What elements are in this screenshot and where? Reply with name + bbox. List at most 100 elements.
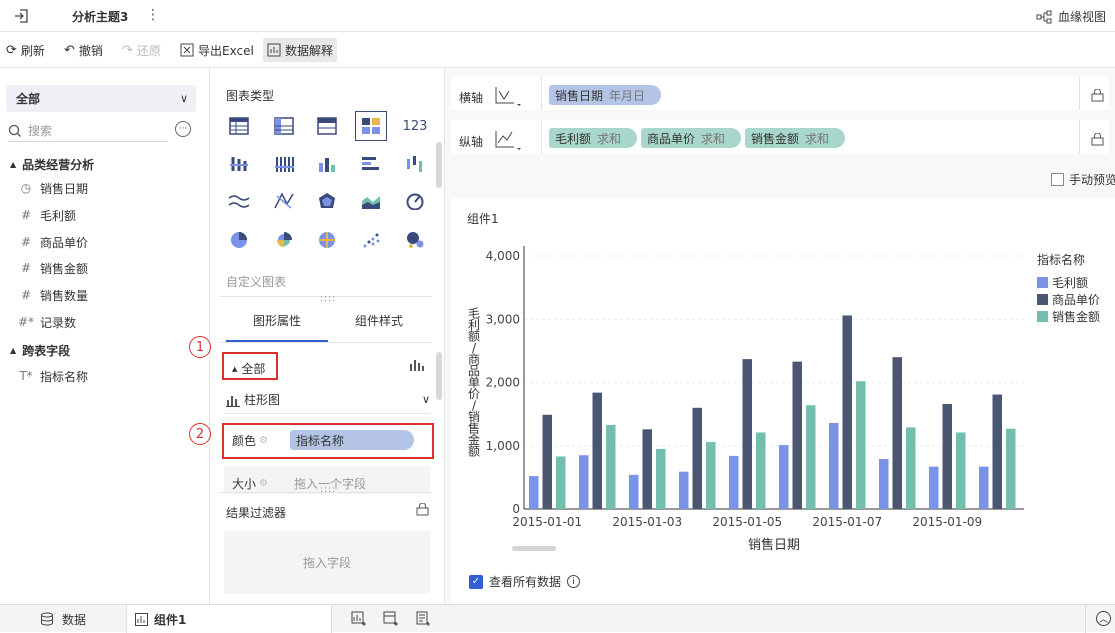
resize-handle[interactable]: :::: — [320, 294, 336, 304]
redo-button[interactable]: ↷ 还原 — [122, 32, 161, 68]
y-tick-label: 4,000 — [486, 249, 520, 263]
database-icon — [40, 612, 53, 626]
bar-0 — [579, 455, 589, 509]
horizontal-bar-icon[interactable] — [355, 149, 387, 179]
topic-title[interactable]: 分析主题3 — [72, 8, 128, 25]
range-bar-icon[interactable] — [399, 149, 431, 179]
y-field-pill[interactable]: 销售金额 求和 — [745, 128, 845, 148]
search-icon — [8, 124, 21, 137]
more-icon[interactable]: ⋮ — [146, 7, 160, 23]
add-table-icon[interactable] — [383, 611, 399, 630]
radar-line-icon[interactable] — [268, 186, 300, 216]
radar-chart-icon[interactable] — [311, 186, 343, 216]
undo-label: 撤销 — [78, 43, 103, 58]
scatter-chart-icon[interactable] — [355, 225, 387, 255]
view-all-data-checkbox[interactable]: ✓ 查看所有数据 i — [469, 573, 581, 590]
tab-data[interactable]: 数据 — [0, 605, 126, 633]
kpi-number-icon[interactable]: 123 — [399, 111, 431, 141]
chart-scrollbar[interactable] — [512, 546, 556, 551]
lock-icon[interactable] — [416, 502, 429, 519]
rose-chart-icon[interactable] — [268, 225, 300, 255]
group-cross-table[interactable]: ▲ 跨表字段 — [10, 342, 70, 359]
divider — [1085, 605, 1086, 633]
scope-all-toggle[interactable]: ▲ 全部 — [232, 360, 265, 377]
properties-scrollbar[interactable] — [436, 352, 442, 400]
y-tick-label: 2,000 — [486, 376, 520, 390]
bubble-chart-icon[interactable] — [399, 225, 431, 255]
column-chart-icon[interactable] — [311, 149, 343, 179]
bar-2 — [606, 424, 616, 509]
group-category[interactable]: ▲ 品类经营分析 — [10, 156, 94, 173]
x-field-pill[interactable]: 销售日期 年月日 — [549, 85, 661, 105]
group-cross-table-label: 跨表字段 — [22, 344, 71, 358]
bar-1 — [792, 361, 802, 509]
color-field-pill[interactable]: 指标名称 — [290, 430, 414, 450]
refresh-button[interactable]: ⟳ 刷新 — [6, 32, 45, 68]
tab-shape-label: 图形属性 — [252, 314, 301, 328]
x-tick-label: 2015-01-09 — [912, 515, 982, 529]
bar-1 — [992, 394, 1002, 509]
x-axis-type-icon[interactable] — [493, 84, 521, 111]
table-chart-icon[interactable] — [223, 111, 255, 141]
field-item[interactable]: # 销售金额 — [18, 258, 88, 278]
scope-select[interactable]: 全部 ∨ — [6, 85, 196, 112]
line-chart-icon[interactable] — [223, 186, 255, 216]
bar-0 — [729, 455, 739, 509]
toolbar: ⟳ 刷新 ↶ 撤销 ↷ 还原 导出Excel 数据解释 — [0, 32, 1115, 68]
chart-kind-select[interactable]: 柱形图 ∨ — [226, 391, 430, 408]
view-all-label: 查看所有数据 — [489, 575, 562, 589]
chart-type-scrollbar[interactable] — [436, 142, 442, 188]
add-widget-icon[interactable] — [351, 611, 367, 630]
map-chart-icon[interactable] — [311, 225, 343, 255]
field-item[interactable]: ◷ 销售日期 — [18, 178, 88, 198]
field-item[interactable]: # 商品单价 — [18, 232, 88, 252]
resize-handle[interactable]: :::: — [320, 485, 336, 495]
crosstab-chart-icon[interactable] — [268, 111, 300, 141]
info-icon[interactable]: i — [567, 575, 581, 588]
y-tick-label: 1,000 — [486, 439, 520, 453]
y-field-pill[interactable]: 毛利额 求和 — [549, 128, 637, 148]
x-axis-label: 横轴 — [459, 91, 484, 105]
field-label: 销售金额 — [40, 261, 89, 276]
collapse-up-icon[interactable]: ︿ — [1096, 611, 1111, 626]
manual-preview-checkbox[interactable]: 手动预览 — [1051, 171, 1115, 188]
export-excel-button[interactable]: 导出Excel — [180, 32, 254, 68]
y-field-agg: 求和 — [597, 131, 622, 146]
y-axis-type-icon[interactable] — [493, 128, 521, 155]
tab-widget-1[interactable]: 组件1 — [126, 605, 332, 633]
x-field-agg: 年月日 — [609, 88, 646, 103]
x-axis-title: 销售日期 — [748, 537, 800, 553]
y-lock-icon[interactable] — [1091, 132, 1104, 149]
auto-chart-icon[interactable] — [355, 111, 387, 141]
group-category-label: 品类经营分析 — [22, 158, 95, 172]
add-report-icon[interactable] — [415, 611, 431, 630]
tab-component-style[interactable]: 组件样式 — [328, 312, 430, 342]
gauge-chart-icon[interactable] — [399, 186, 431, 216]
exit-icon[interactable] — [12, 6, 32, 26]
field-item[interactable]: T* 指标名称 — [18, 366, 88, 386]
bar-settings-icon[interactable] — [409, 358, 425, 375]
hash-star-icon: #* — [18, 315, 35, 329]
search-box[interactable]: 搜索 — [8, 120, 168, 142]
y-field-pill[interactable]: 商品单价 求和 — [641, 128, 741, 148]
widget-title: 组件1 — [467, 212, 499, 226]
filter-drop-zone[interactable]: 拖入字段 — [224, 531, 430, 594]
tab-shape-properties[interactable]: 图形属性 — [226, 312, 328, 342]
data-explain-button[interactable]: 数据解释 — [263, 38, 338, 62]
grouped-bar-icon[interactable] — [223, 149, 255, 179]
pie-chart-icon[interactable] — [223, 225, 255, 255]
field-item[interactable]: #* 记录数 — [18, 312, 76, 332]
undo-button[interactable]: ↶ 撤销 — [64, 32, 103, 68]
field-item[interactable]: # 销售数量 — [18, 285, 88, 305]
lineage-view-button[interactable]: 血缘视图 — [1036, 8, 1106, 25]
bar-0 — [829, 422, 839, 509]
x-lock-icon[interactable] — [1091, 88, 1104, 105]
field-item[interactable]: # 毛利额 — [18, 205, 76, 225]
detail-table-icon[interactable] — [311, 111, 343, 141]
more-options-icon[interactable]: ··· — [175, 121, 191, 137]
bar-1 — [542, 414, 552, 509]
checkbox-checked-icon: ✓ — [469, 574, 483, 589]
stacked-bar-icon[interactable] — [268, 149, 300, 179]
area-chart-icon[interactable] — [355, 186, 387, 216]
custom-chart-label[interactable]: 自定义图表 — [226, 273, 286, 290]
